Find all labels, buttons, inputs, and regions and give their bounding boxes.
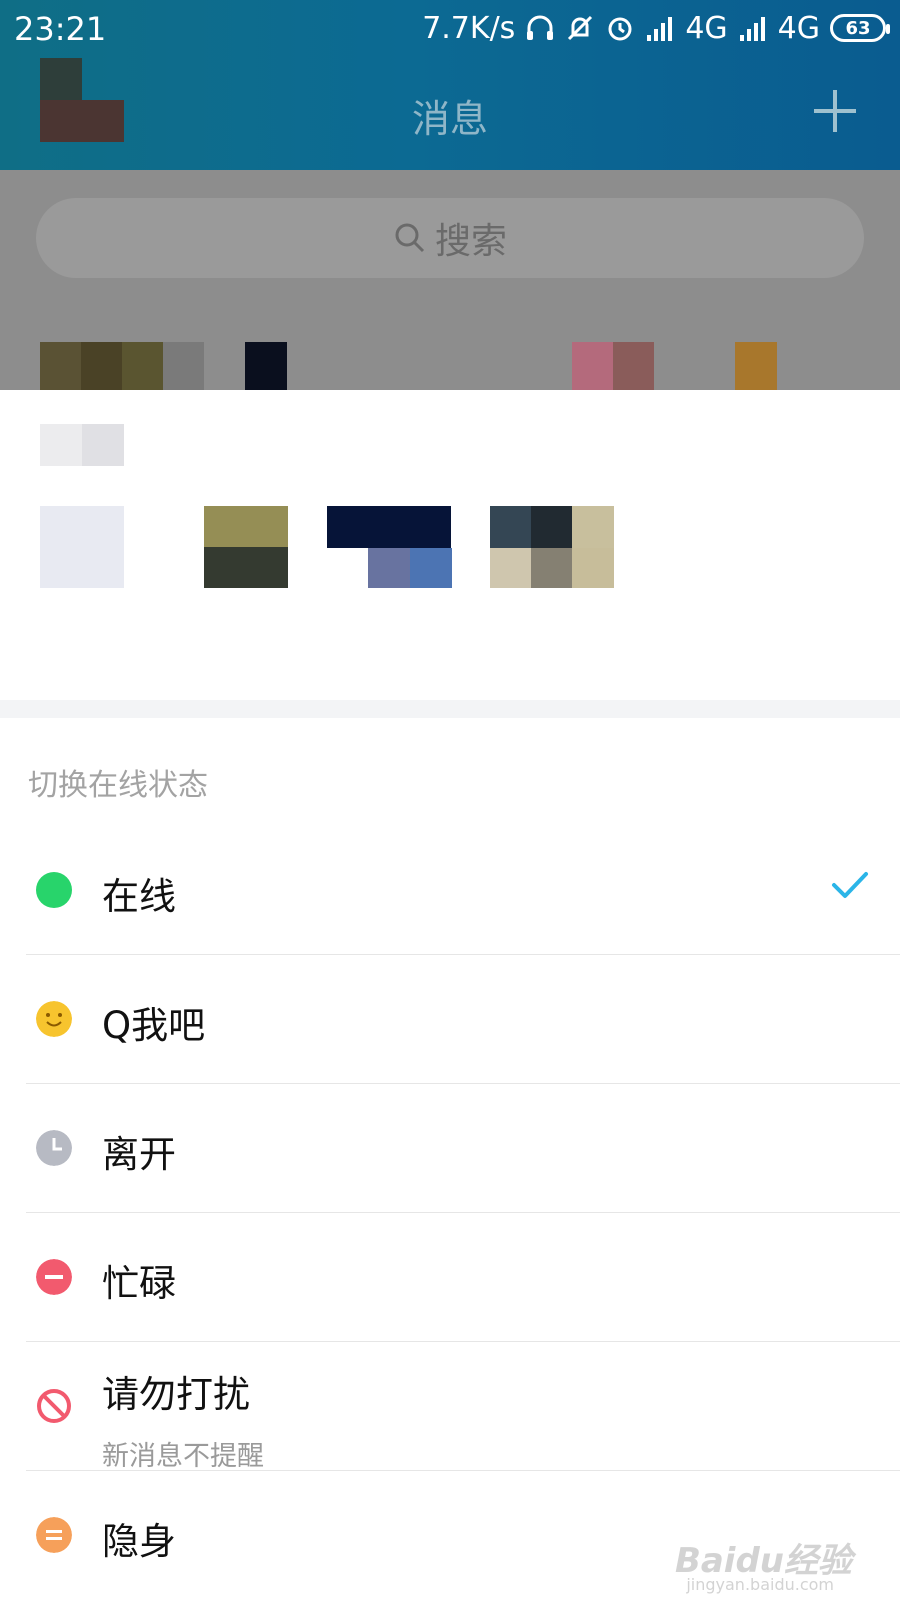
online-dot-icon <box>36 872 72 908</box>
dimmed-message-list: 搜索 <box>0 170 900 390</box>
check-icon <box>832 872 868 898</box>
contact-avatar[interactable] <box>204 506 288 588</box>
network-speed: 7.7K/s <box>422 10 516 46</box>
clock-icon <box>36 1130 72 1166</box>
status-list: 在线 Q我吧 离开 忙碌 请勿打扰 新消息不提醒 隐身 <box>0 826 900 1600</box>
blurred-avatar <box>735 342 777 390</box>
contact-avatar-detail <box>490 548 614 588</box>
status-label: 请勿打扰 <box>102 1373 250 1416</box>
status-option-away[interactable]: 离开 <box>26 1084 900 1213</box>
status-label: 离开 <box>102 1133 176 1176</box>
status-label: Q我吧 <box>102 1004 206 1047</box>
blurred-avatar <box>572 342 654 390</box>
search-input[interactable]: 搜索 <box>36 198 864 278</box>
signal-icon <box>647 17 673 41</box>
headset-icon <box>527 15 554 40</box>
top-header: 23:21 7.7K/s 4G 4G 63 消息 <box>0 0 900 170</box>
add-button[interactable] <box>812 88 858 134</box>
status-option-online[interactable]: 在线 <box>26 826 900 955</box>
alarm-icon <box>608 17 632 41</box>
status-option-busy[interactable]: 忙碌 <box>26 1213 900 1342</box>
status-time: 23:21 <box>14 10 107 48</box>
invisible-icon <box>36 1517 72 1553</box>
status-option-q-me[interactable]: Q我吧 <box>26 955 900 1084</box>
contact-avatar[interactable] <box>327 506 451 548</box>
section-divider <box>0 700 900 718</box>
contact-avatar[interactable] <box>40 506 124 588</box>
contact-avatar[interactable] <box>490 506 614 548</box>
search-icon <box>395 223 425 253</box>
status-indicators: 7.7K/s 4G 4G 63 <box>422 10 890 46</box>
smiley-icon <box>36 1001 72 1037</box>
status-label: 隐身 <box>102 1520 176 1563</box>
battery-level: 63 <box>845 17 871 39</box>
contact-avatar-detail <box>368 548 452 588</box>
mute-bell-icon <box>568 15 593 41</box>
status-label: 忙碌 <box>102 1262 176 1305</box>
status-bar: 23:21 7.7K/s 4G 4G 63 <box>0 0 900 58</box>
status-sublabel: 新消息不提醒 <box>102 1441 264 1472</box>
signal-label-1: 4G <box>685 10 728 46</box>
signal-icon-2 <box>739 17 765 41</box>
no-disturb-icon <box>37 1389 71 1423</box>
status-section-title: 切换在线状态 <box>28 768 208 803</box>
battery-icon: 63 <box>830 14 890 42</box>
contacts-panel <box>0 390 900 700</box>
watermark-url: jingyan.baidu.com <box>686 1575 834 1594</box>
blurred-avatar <box>245 342 287 390</box>
status-option-do-not-disturb[interactable]: 请勿打扰 新消息不提醒 <box>26 1342 900 1472</box>
blurred-avatar <box>40 342 204 390</box>
blurred-name <box>40 424 124 466</box>
signal-label-2: 4G <box>777 10 820 46</box>
page-title: 消息 <box>411 97 488 141</box>
status-label: 在线 <box>102 875 176 918</box>
minus-circle-icon <box>36 1259 72 1295</box>
search-placeholder: 搜索 <box>434 221 507 262</box>
